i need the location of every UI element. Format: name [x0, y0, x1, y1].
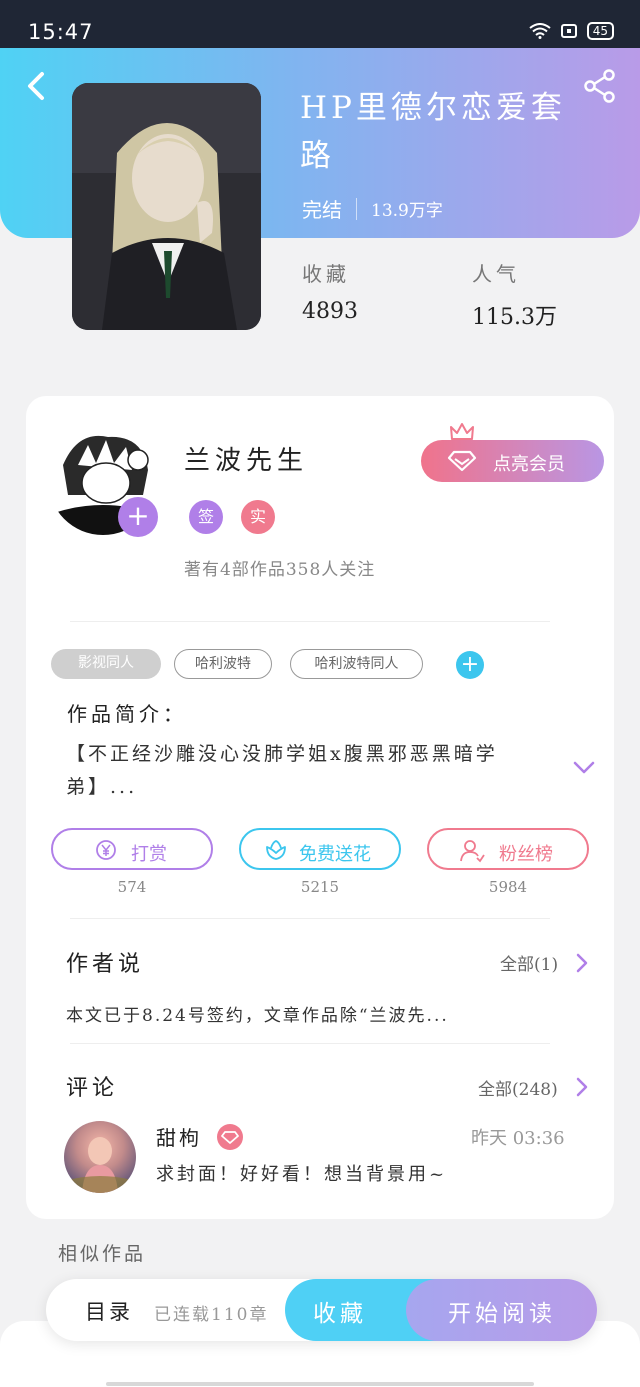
- comment-time: 昨天 03:36: [471, 1128, 565, 1149]
- divider: [70, 1043, 550, 1044]
- sim-icon: [560, 24, 577, 38]
- stat-favorites: 收藏 4893: [302, 258, 358, 324]
- commenter-vip-badge: [217, 1124, 243, 1150]
- tag-item[interactable]: 哈利波特: [174, 649, 272, 679]
- send-flower-button[interactable]: 免费送花: [239, 828, 401, 870]
- vip-label: 点亮会员: [493, 454, 565, 475]
- divider: [70, 621, 550, 622]
- fan-count: 5984: [488, 878, 528, 896]
- divider: [70, 918, 550, 919]
- status-icons: 45: [529, 22, 614, 40]
- book-word-count: 13.9万字: [371, 201, 443, 221]
- flower-count: 5215: [300, 878, 340, 896]
- comments-more[interactable]: 全部(248): [478, 1075, 558, 1100]
- cover-illustration: [72, 83, 261, 330]
- tip-label: 打赏: [131, 844, 167, 865]
- similar-works-title: 相似作品: [58, 1243, 147, 1265]
- book-title: HP里德尔恋爱套路: [300, 90, 566, 174]
- meta-divider: [356, 197, 357, 220]
- chevron-down-icon[interactable]: [572, 760, 596, 776]
- read-label: 开始阅读: [448, 1301, 556, 1327]
- commenter-avatar[interactable]: [64, 1121, 136, 1193]
- diamond-icon: [221, 1131, 239, 1144]
- status-bar: 15:47 45: [0, 0, 640, 48]
- vip-button[interactable]: 点亮会员: [421, 440, 604, 482]
- stat-label: 收藏: [302, 262, 350, 286]
- author-say-more[interactable]: 全部(1): [500, 950, 558, 975]
- fan-user-icon: [460, 840, 485, 863]
- chevron-right-icon[interactable]: [575, 1076, 589, 1098]
- tip-count: 574: [117, 878, 147, 896]
- tag-item[interactable]: 影视同人: [51, 649, 161, 679]
- send-flower-label: 免费送花: [299, 844, 371, 865]
- follow-author-button[interactable]: +: [118, 497, 158, 537]
- author-stats: 著有4部作品358人关注: [184, 560, 376, 580]
- share-button[interactable]: [582, 68, 618, 104]
- book-meta: 完结 13.9万字: [302, 194, 443, 223]
- author-name[interactable]: 兰波先生: [184, 440, 308, 477]
- chevron-right-icon[interactable]: [575, 952, 589, 974]
- share-icon: [584, 69, 615, 103]
- diamond-icon: [447, 450, 477, 472]
- wifi-icon: [529, 23, 551, 39]
- fan-ranking-label: 粉丝榜: [499, 844, 553, 865]
- book-cover[interactable]: [72, 83, 261, 330]
- start-reading-button[interactable]: 开始阅读: [406, 1279, 597, 1341]
- author-say-text[interactable]: 本文已于8.24号签约，文章作品除“兰波先...: [66, 1001, 449, 1026]
- commenter-avatar-image: [64, 1137, 136, 1193]
- tag-item[interactable]: 哈利波特同人: [290, 649, 423, 679]
- book-status: 完结: [302, 198, 342, 222]
- comments-title: 评论: [66, 1076, 119, 1101]
- add-tag-button[interactable]: +: [456, 651, 484, 679]
- fan-ranking-button[interactable]: 粉丝榜: [427, 828, 589, 870]
- back-button[interactable]: [22, 66, 54, 106]
- verified-badge: 实: [241, 500, 275, 534]
- yuan-coin-icon: [96, 840, 116, 860]
- signed-badge: 签: [189, 500, 223, 534]
- intro-text: 【不正经沙雕没心没肺学姐x腹黑邪恶黑暗学弟】...: [66, 743, 498, 798]
- chapter-status[interactable]: 已连载110章: [154, 1300, 268, 1325]
- tip-button[interactable]: 打赏: [51, 828, 213, 870]
- back-icon: [28, 72, 44, 100]
- intro-label: 作品简介：: [67, 702, 187, 726]
- favorite-label: 收藏: [313, 1301, 367, 1327]
- stat-value: 115.3万: [472, 305, 557, 330]
- stat-label: 人气: [472, 262, 520, 286]
- commenter-name[interactable]: 甜枸: [156, 1122, 202, 1151]
- status-time: 15:47: [28, 20, 94, 44]
- flower-icon: [266, 840, 286, 860]
- stat-popularity: 人气 115.3万: [472, 258, 557, 331]
- comment-text[interactable]: 求封面！好好看！想当背景用~: [156, 1160, 447, 1186]
- stat-value: 4893: [302, 299, 358, 324]
- crown-icon: [450, 423, 474, 440]
- table-of-contents-button[interactable]: 目录: [85, 1296, 133, 1326]
- home-indicator: [106, 1382, 534, 1386]
- author-say-title: 作者说: [66, 952, 145, 977]
- battery-indicator: 45: [586, 22, 614, 40]
